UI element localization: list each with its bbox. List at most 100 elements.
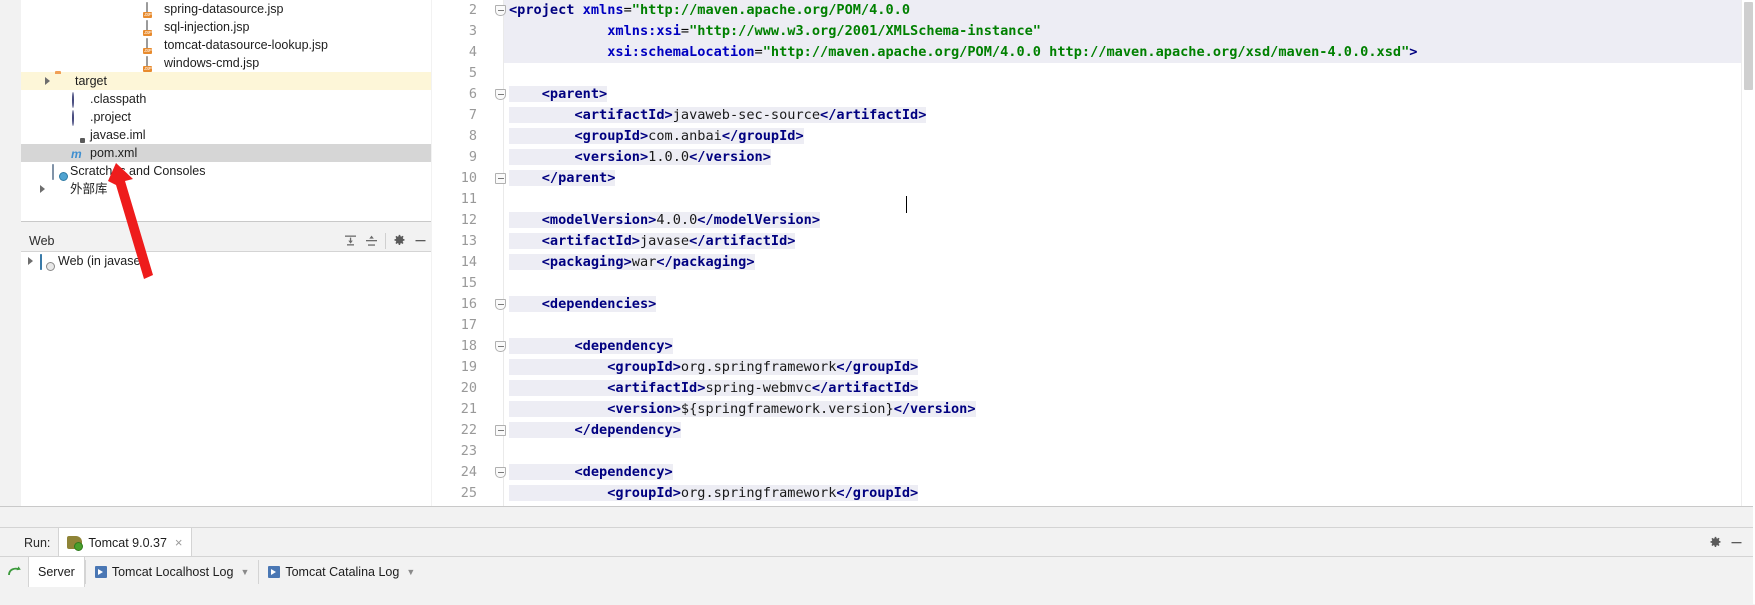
tree-item-tomcat-datasource-lookup-jsp[interactable]: tomcat-datasource-lookup.jsp bbox=[21, 36, 431, 54]
toolbar-divider bbox=[385, 232, 386, 249]
editor-code-area[interactable]: <project xmlns="http://maven.apache.org/… bbox=[503, 0, 1755, 506]
code-line[interactable]: <modelVersion>4.0.0</modelVersion> bbox=[503, 210, 1755, 231]
left-toolwindow-strip[interactable] bbox=[0, 0, 22, 556]
tree-item-label: windows-cmd.jsp bbox=[164, 56, 260, 70]
run-subtab-tomcat-localhost-log[interactable]: Tomcat Localhost Log ▼ bbox=[86, 557, 259, 587]
maven-m-icon: m bbox=[71, 147, 82, 161]
chevron-right-icon[interactable] bbox=[37, 184, 48, 195]
web-tool-window-body[interactable]: Web (in javase) bbox=[21, 252, 431, 507]
tree-item--project[interactable]: .project bbox=[21, 108, 431, 126]
collapse-all-icon[interactable] bbox=[361, 230, 382, 251]
hide-minimize-icon[interactable] bbox=[410, 230, 431, 251]
code-line[interactable]: <groupId>org.springframework</groupId> bbox=[503, 357, 1755, 378]
code-line[interactable] bbox=[503, 315, 1755, 336]
line-number: 4 bbox=[468, 44, 477, 60]
chevron-down-icon[interactable]: ▼ bbox=[240, 567, 249, 577]
web-tool-window[interactable]: Web Web (in javase) bbox=[21, 230, 431, 507]
line-number: 5 bbox=[468, 65, 477, 81]
jsp-file-icon bbox=[144, 37, 160, 54]
chevron-right-icon[interactable] bbox=[25, 256, 36, 267]
tree-item-label: .project bbox=[90, 110, 131, 124]
line-number: 2 bbox=[468, 2, 477, 18]
tree-item-sql-injection-jsp[interactable]: sql-injection.jsp bbox=[21, 18, 431, 36]
tree-item-label: spring-datasource.jsp bbox=[164, 2, 284, 16]
settings-gear-icon[interactable] bbox=[389, 230, 410, 251]
code-line[interactable]: xsi:schemaLocation="http://maven.apache.… bbox=[503, 42, 1755, 63]
text-caret bbox=[906, 196, 907, 213]
chevron-down-icon[interactable]: ▼ bbox=[406, 567, 415, 577]
bottom-splitter[interactable] bbox=[0, 506, 1755, 528]
code-line[interactable]: <dependency> bbox=[503, 336, 1755, 357]
code-line[interactable]: <project xmlns="http://maven.apache.org/… bbox=[503, 0, 1755, 21]
settings-gear-icon[interactable] bbox=[1705, 532, 1726, 553]
code-line[interactable] bbox=[503, 63, 1755, 84]
ide-window: spring-datasource.jsp sql-injection.jsp to… bbox=[0, 0, 1755, 605]
tree-item--classpath[interactable]: .classpath bbox=[21, 90, 431, 108]
external-libraries-icon bbox=[50, 181, 66, 197]
line-number: 17 bbox=[460, 317, 477, 333]
close-icon[interactable]: × bbox=[175, 536, 183, 549]
tree-item-label: tomcat-datasource-lookup.jsp bbox=[164, 38, 328, 52]
line-number: 16 bbox=[460, 296, 477, 312]
folder-icon bbox=[55, 73, 71, 89]
run-tab-tomcat[interactable]: Tomcat 9.0.37 × bbox=[58, 528, 192, 557]
code-editor[interactable]: 2 3 4 5 6 7 8 9 10 11 12 13 14 15 16 17 18 19 20 21 22 23 24 25… bbox=[432, 0, 1755, 506]
code-line[interactable]: </parent> bbox=[503, 168, 1755, 189]
code-line[interactable]: xmlns:xsi="http://www.w3.org/2001/XMLSch… bbox=[503, 21, 1755, 42]
chevron-right-icon[interactable] bbox=[42, 76, 53, 87]
run-subtab-server[interactable]: Server bbox=[28, 557, 85, 587]
tree-item-label: pom.xml bbox=[90, 146, 138, 160]
run-panel-actions bbox=[1705, 532, 1755, 553]
tree-item--[interactable]: 外部库 bbox=[21, 180, 431, 198]
tree-item-web-module[interactable]: Web (in javase) bbox=[21, 252, 431, 270]
line-number: 9 bbox=[468, 149, 477, 165]
line-number: 10 bbox=[460, 170, 477, 186]
tree-item-javase-iml[interactable]: javase.iml bbox=[21, 126, 431, 144]
tree-item-label: Scratches and Consoles bbox=[70, 164, 206, 178]
tree-item-label: 外部库 bbox=[70, 182, 108, 196]
run-subtab-tomcat-catalina-log[interactable]: Tomcat Catalina Log ▼ bbox=[259, 557, 424, 587]
project-tool-window[interactable]: spring-datasource.jsp sql-injection.jsp to… bbox=[21, 0, 431, 221]
code-line[interactable]: </dependency> bbox=[503, 420, 1755, 441]
tree-item-scratches-and-consoles[interactable]: Scratches and Consoles bbox=[21, 162, 431, 180]
tree-item-windows-cmd-jsp[interactable]: windows-cmd.jsp bbox=[21, 54, 431, 72]
code-line[interactable]: <packaging>war</packaging> bbox=[503, 252, 1755, 273]
code-line[interactable]: <version>1.0.0</version> bbox=[503, 147, 1755, 168]
tree-item-target[interactable]: target bbox=[21, 72, 431, 90]
code-line[interactable]: <dependencies> bbox=[503, 294, 1755, 315]
code-line[interactable]: <dependency> bbox=[503, 462, 1755, 483]
code-line[interactable]: <groupId>com.anbai</groupId> bbox=[503, 126, 1755, 147]
module-iml-icon bbox=[70, 127, 86, 143]
scrollbar-thumb[interactable] bbox=[1744, 2, 1753, 90]
code-line[interactable] bbox=[503, 273, 1755, 294]
code-line[interactable]: <version>${springframework.version}</ver… bbox=[503, 399, 1755, 420]
expand-all-icon[interactable] bbox=[340, 230, 361, 251]
run-subtab-label: Tomcat Catalina Log bbox=[285, 565, 400, 579]
line-number: 3 bbox=[468, 23, 477, 39]
line-number: 20 bbox=[460, 380, 477, 396]
code-line[interactable]: <groupId>org.springframework</groupId> bbox=[503, 483, 1755, 504]
code-line[interactable]: <artifactId>javase</artifactId> bbox=[503, 231, 1755, 252]
tree-item-spring-datasource-jsp[interactable]: spring-datasource.jsp bbox=[21, 0, 431, 18]
line-number: 13 bbox=[460, 233, 477, 249]
line-number: 7 bbox=[468, 107, 477, 123]
code-line[interactable] bbox=[503, 189, 1755, 210]
code-line[interactable]: <artifactId>javaweb-sec-source</artifact… bbox=[503, 105, 1755, 126]
rerun-icon[interactable] bbox=[0, 557, 28, 587]
jsp-file-icon bbox=[144, 1, 160, 18]
code-line[interactable]: <artifactId>spring-webmvc</artifactId> bbox=[503, 378, 1755, 399]
web-module-icon bbox=[38, 253, 54, 270]
editor-gutter[interactable]: 2 3 4 5 6 7 8 9 10 11 12 13 14 15 16 17 18 19 20 21 22 23 24 25 bbox=[432, 0, 506, 506]
log-icon bbox=[94, 566, 107, 578]
hide-minimize-icon[interactable] bbox=[1726, 532, 1747, 553]
jsp-file-icon bbox=[144, 55, 160, 72]
code-line[interactable]: <parent> bbox=[503, 84, 1755, 105]
line-number: 21 bbox=[460, 401, 477, 417]
tree-item-pom-xml[interactable]: m pom.xml bbox=[21, 144, 431, 162]
code-line[interactable] bbox=[503, 441, 1755, 462]
